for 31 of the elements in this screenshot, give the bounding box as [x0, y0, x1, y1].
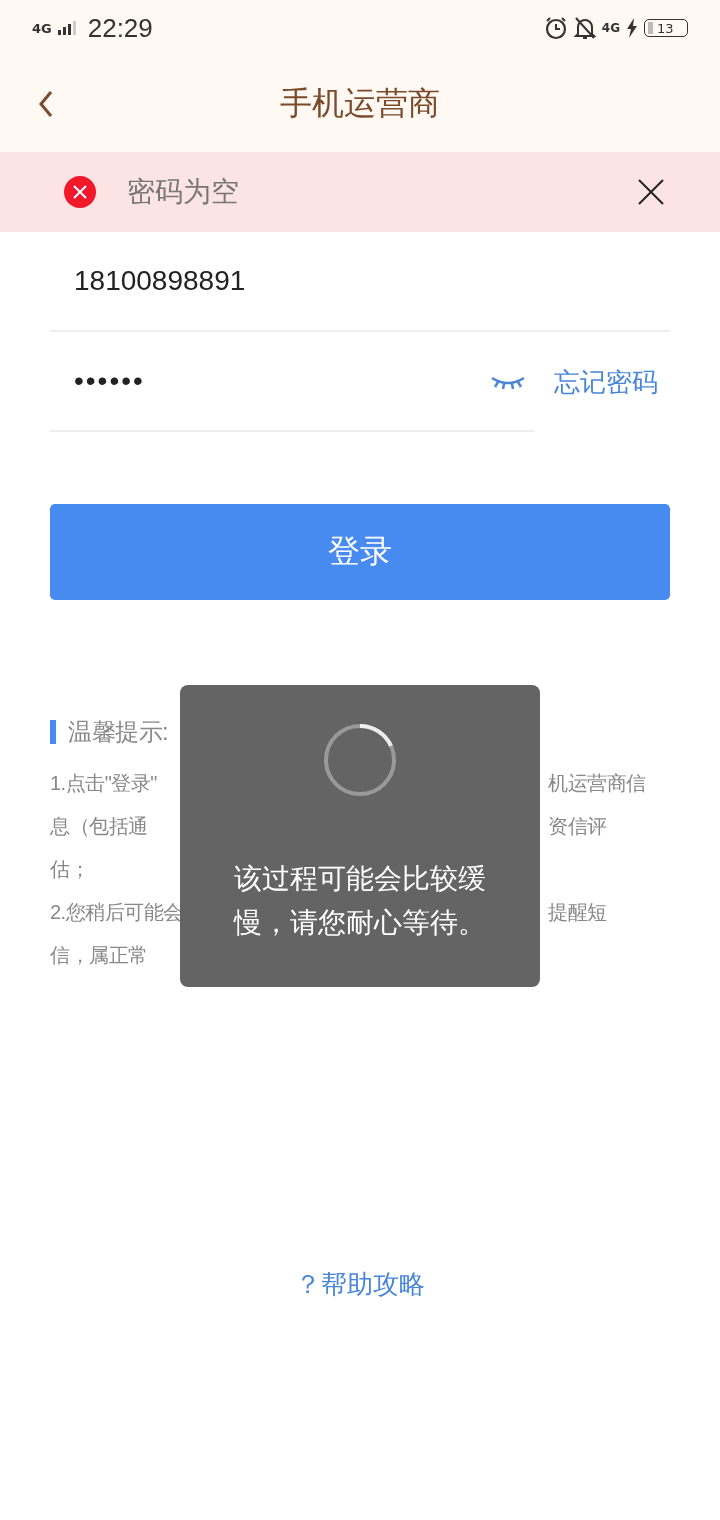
- tip-text: 息（包括通: [50, 814, 148, 839]
- battery-icon: 13: [644, 19, 688, 37]
- close-icon[interactable]: [638, 179, 664, 205]
- forgot-password-link[interactable]: 忘记密码: [554, 364, 658, 400]
- tip-text: 估；: [50, 857, 89, 882]
- tips-title: 温馨提示:: [68, 717, 169, 747]
- bell-muted-icon: [573, 16, 596, 40]
- alarm-icon: [543, 16, 568, 40]
- tip-text: 提醒短: [548, 900, 607, 925]
- login-button[interactable]: 登录: [50, 504, 670, 600]
- help-link[interactable]: ？帮助攻略: [295, 1269, 425, 1299]
- spinner-icon: [323, 723, 397, 797]
- mobile-data-type: 4G: [601, 21, 620, 35]
- back-icon[interactable]: [38, 90, 54, 118]
- tip-text: 1.点击"登录": [50, 771, 157, 796]
- eye-closed-icon[interactable]: [490, 374, 526, 390]
- tip-text: 2.您稍后可能会: [50, 900, 183, 925]
- error-message: 密码为空: [127, 174, 240, 210]
- accent-bar: [50, 720, 56, 744]
- page-title: 手机运营商: [280, 83, 440, 124]
- clock-time: 22:29: [87, 12, 153, 44]
- signal-icon: [57, 21, 76, 35]
- password-field[interactable]: ••••••: [50, 332, 534, 432]
- charging-icon: [626, 18, 638, 38]
- phone-field[interactable]: 18100898891: [50, 232, 670, 332]
- error-icon: [63, 175, 97, 209]
- tip-text: 机运营商信: [548, 771, 646, 796]
- loading-message: 该过程可能会比较缓慢，请您耐心等待。: [232, 861, 487, 941]
- network-type: 4G: [32, 20, 52, 36]
- tip-text: 信，属正常: [50, 943, 148, 968]
- tip-text: 资信评: [548, 814, 607, 839]
